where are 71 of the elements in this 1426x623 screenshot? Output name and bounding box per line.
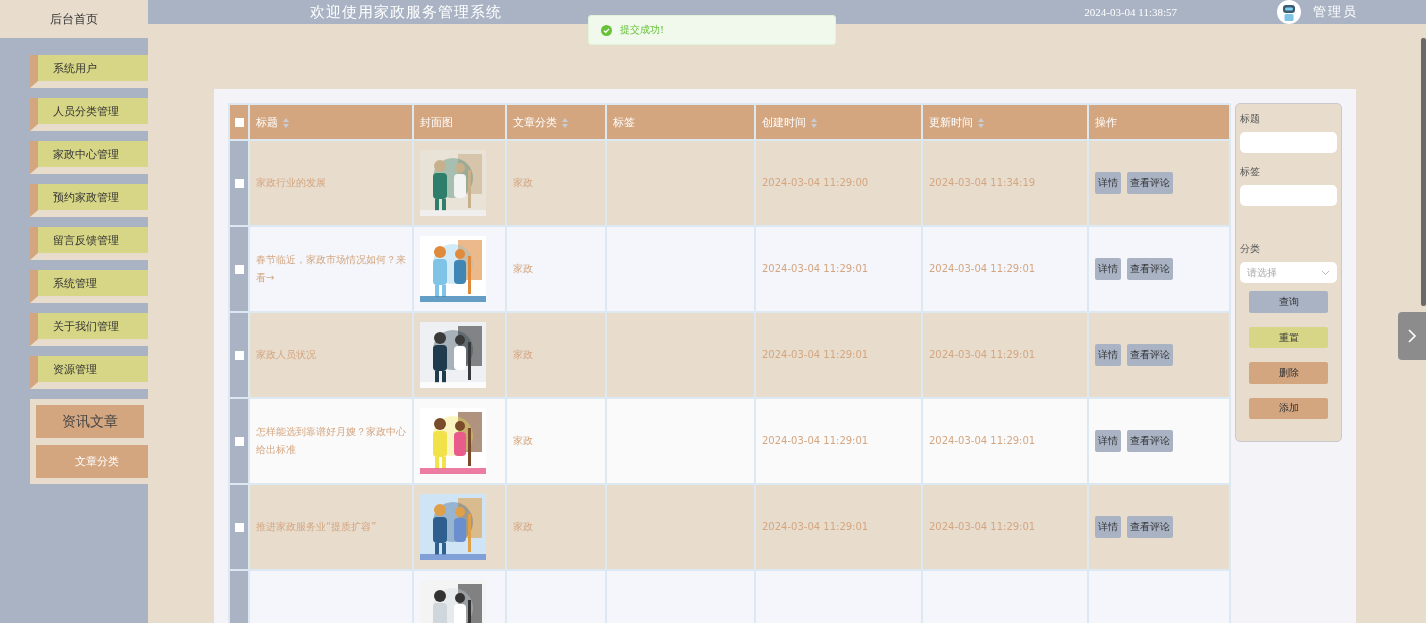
menu-item[interactable]: 资源管理 [30,356,148,389]
details-button[interactable]: 详情 [1095,516,1121,538]
field-label: 标签 [1240,165,1261,180]
add-button[interactable]: 添加 [1249,397,1328,420]
comments-button[interactable]: 查看评论 [1127,430,1173,452]
menu-item[interactable]: 系统用户 [30,55,148,88]
created-time: 2024-03-04 11:29:00 [762,177,869,188]
chevron-down-icon [1321,269,1330,276]
created-time: 2024-03-04 11:29:01 [762,263,869,274]
system-title: 欢迎使用家政服务管理系统 [310,2,502,22]
column-header: 标签 [606,104,755,140]
category-text: 家政 [513,349,533,360]
column-header: 操作 [1088,104,1230,140]
category-text: 家政 [513,263,533,274]
created-time: 2024-03-04 11:29:01 [762,521,869,532]
row-checkbox[interactable] [234,265,244,274]
comments-button[interactable]: 查看评论 [1127,172,1173,194]
category-text: 家政 [513,435,533,446]
updated-time: 2024-03-04 11:29:01 [929,349,1036,360]
chevron-right-icon [1407,328,1417,344]
created-time: 2024-03-04 11:29:01 [762,435,869,446]
row-checkbox[interactable] [234,523,244,532]
sort-icon[interactable] [283,117,289,128]
sort-icon[interactable] [978,117,984,128]
comments-button[interactable]: 查看评论 [1127,344,1173,366]
success-icon [601,24,612,36]
menu-item[interactable]: 系统管理 [30,270,148,303]
field-label: 标题 [1240,112,1261,126]
article-title: 春节临近，家政市场情况如何？来看→ [256,254,406,283]
input-field[interactable] [1240,185,1337,207]
comments-button[interactable]: 查看评论 [1127,258,1173,280]
scrollbar[interactable] [1421,38,1426,306]
details-button[interactable]: 详情 [1095,172,1121,194]
created-time: 2024-03-04 11:29:01 [762,349,869,360]
clock-text: 2024-03-04 11:38:57 [1084,6,1177,18]
query-button[interactable]: 查询 [1249,291,1328,313]
article-title: 家政行业的发展 [256,177,326,188]
updated-time: 2024-03-04 11:29:01 [929,435,1036,446]
menu-item[interactable]: 关于我们管理 [30,313,148,346]
category-text: 家政 [513,521,533,532]
input-field[interactable] [1240,132,1337,154]
details-button[interactable]: 详情 [1095,258,1121,280]
sort-icon[interactable] [562,117,568,128]
column-header: 封面图 [413,104,506,140]
details-button[interactable]: 详情 [1095,344,1121,366]
category-text: 家政 [513,177,533,188]
menu-item[interactable]: 留言反馈管理 [30,227,148,260]
row-checkbox[interactable] [234,179,244,188]
field-label: 分类 [1240,242,1261,257]
home-link[interactable]: 后台首页 [0,0,148,38]
robot-avatar-icon[interactable] [1277,0,1301,24]
menu-item[interactable]: 资讯文章 [36,405,144,438]
details-button[interactable]: 详情 [1095,430,1121,452]
sort-icon[interactable] [811,117,817,128]
row-checkbox[interactable] [234,437,244,446]
expand-button[interactable] [1398,312,1426,360]
comments-button[interactable]: 查看评论 [1127,516,1173,538]
updated-time: 2024-03-04 11:34:19 [929,177,1036,188]
reset-button[interactable]: 重置 [1249,326,1328,349]
menu-item[interactable]: 预约家政管理 [30,184,148,217]
updated-time: 2024-03-04 11:29:01 [929,521,1036,532]
article-title: 家政人员状况 [256,349,316,360]
menu-item[interactable]: 家政中心管理 [30,141,148,174]
article-title: 怎样能选到靠谱好月嫂？家政中心给出标准 [256,426,406,455]
article-title: 推进家政服务业“提质扩容” [256,521,377,532]
delete-button[interactable]: 删除 [1249,362,1328,384]
updated-time: 2024-03-04 11:29:01 [929,263,1036,274]
select-all-checkbox[interactable] [234,118,244,127]
row-checkbox[interactable] [234,351,244,360]
menu-item[interactable]: 人员分类管理 [30,98,148,131]
toast-message: 提交成功! [620,23,665,37]
